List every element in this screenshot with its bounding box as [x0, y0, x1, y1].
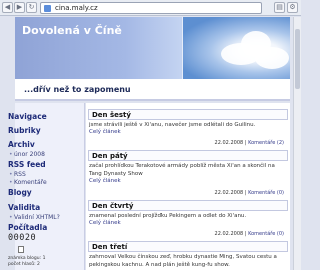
- sidebar-heading-rubriky[interactable]: Rubriky: [8, 126, 41, 135]
- post-date: 22.02.2008: [214, 140, 244, 146]
- main-content: Den šestý jsme strávili ještě v Xi'anu, …: [86, 103, 290, 270]
- url-text: cina.maly.cz: [55, 4, 98, 12]
- browser-menu: ▤ ⚙: [274, 2, 298, 13]
- read-more-link[interactable]: Celý článek: [89, 129, 121, 135]
- archiv-item[interactable]: únor 2008: [9, 151, 45, 158]
- validita-item[interactable]: Validní XHTML?: [9, 214, 60, 221]
- visit-counter: 00020: [8, 233, 37, 243]
- comments-link[interactable]: Komentáře (0): [248, 231, 284, 237]
- address-bar[interactable]: cina.maly.cz: [40, 2, 262, 14]
- post-title[interactable]: Den pátý: [92, 152, 128, 160]
- comments-link[interactable]: Komentáře (2): [248, 140, 284, 146]
- blog-rating: známka blogu: 1: [8, 256, 46, 261]
- read-more-link[interactable]: Celý článek: [89, 178, 121, 184]
- sidebar-heading-archiv[interactable]: Archiv: [8, 140, 35, 149]
- browser-toolbar: ◀ ▶ ↻ cina.maly.cz ▤ ⚙: [0, 0, 301, 16]
- page-scrollbar[interactable]: [293, 17, 301, 270]
- post-excerpt: začal prohlídkou Terakotové armády poblí…: [89, 163, 275, 177]
- post-excerpt: znamenal poslední projížďku Pekingem a o…: [89, 213, 247, 219]
- post-meta: 22.02.2008 | Komentáře (2): [214, 140, 284, 146]
- vote-count: počet hlasů: 2: [8, 262, 40, 267]
- post-header: Den šestý: [88, 109, 288, 120]
- post-header: Den pátý: [88, 150, 288, 161]
- post-title[interactable]: Den čtvrtý: [92, 202, 133, 210]
- post-title[interactable]: Den šestý: [92, 111, 131, 119]
- comments-link[interactable]: Komentáře (0): [248, 190, 284, 196]
- post-excerpt: jsme strávili ještě v Xi'anu, navečer js…: [89, 122, 256, 128]
- site-title[interactable]: Dovolená v Číně: [22, 24, 122, 37]
- sidebar-heading-validita[interactable]: Validita: [8, 203, 40, 212]
- forward-icon[interactable]: ▶: [14, 2, 25, 13]
- post-meta: 22.02.2008 | Komentáře (0): [214, 231, 284, 237]
- sidebar-heading-blogy[interactable]: Blogy: [8, 188, 32, 197]
- sky-image: [183, 17, 290, 79]
- sidebar-heading-pocitadla: Počítadla: [8, 223, 48, 232]
- post-excerpt: zahrnoval Velkou čínskou zeď, hrobku dyn…: [89, 254, 277, 268]
- post-header: Den čtvrtý: [88, 200, 288, 211]
- tagline-bar: ...dřív než to zapomenu: [15, 79, 290, 101]
- toplist-icon[interactable]: [18, 246, 24, 253]
- post-meta: 22.02.2008 | Komentáře (0): [214, 190, 284, 196]
- settings-icon[interactable]: ⚙: [287, 2, 298, 13]
- page-icon: [44, 5, 51, 12]
- sidebar-heading-navigace[interactable]: Navigace: [8, 112, 47, 121]
- scroll-thumb[interactable]: [295, 29, 300, 89]
- site-banner: Dovolená v Číně: [15, 17, 290, 79]
- post-date: 22.02.2008: [214, 190, 244, 196]
- post-title[interactable]: Den třetí: [92, 243, 127, 251]
- post-header: Den třetí: [88, 241, 288, 252]
- reload-icon[interactable]: ↻: [26, 2, 37, 13]
- rss-comments-item[interactable]: Komentáře: [9, 179, 47, 186]
- site-tagline: ...dřív než to zapomenu: [24, 85, 131, 94]
- post-date: 22.02.2008: [214, 231, 244, 237]
- read-more-link[interactable]: Celý článek: [89, 220, 121, 226]
- banner-divider: [182, 17, 183, 79]
- rss-item[interactable]: RSS: [9, 171, 26, 178]
- sidebar-heading-rss[interactable]: RSS feed: [8, 160, 46, 169]
- back-icon[interactable]: ◀: [2, 2, 13, 13]
- page-menu-icon[interactable]: ▤: [274, 2, 285, 13]
- nav-buttons: ◀ ▶ ↻: [2, 2, 37, 13]
